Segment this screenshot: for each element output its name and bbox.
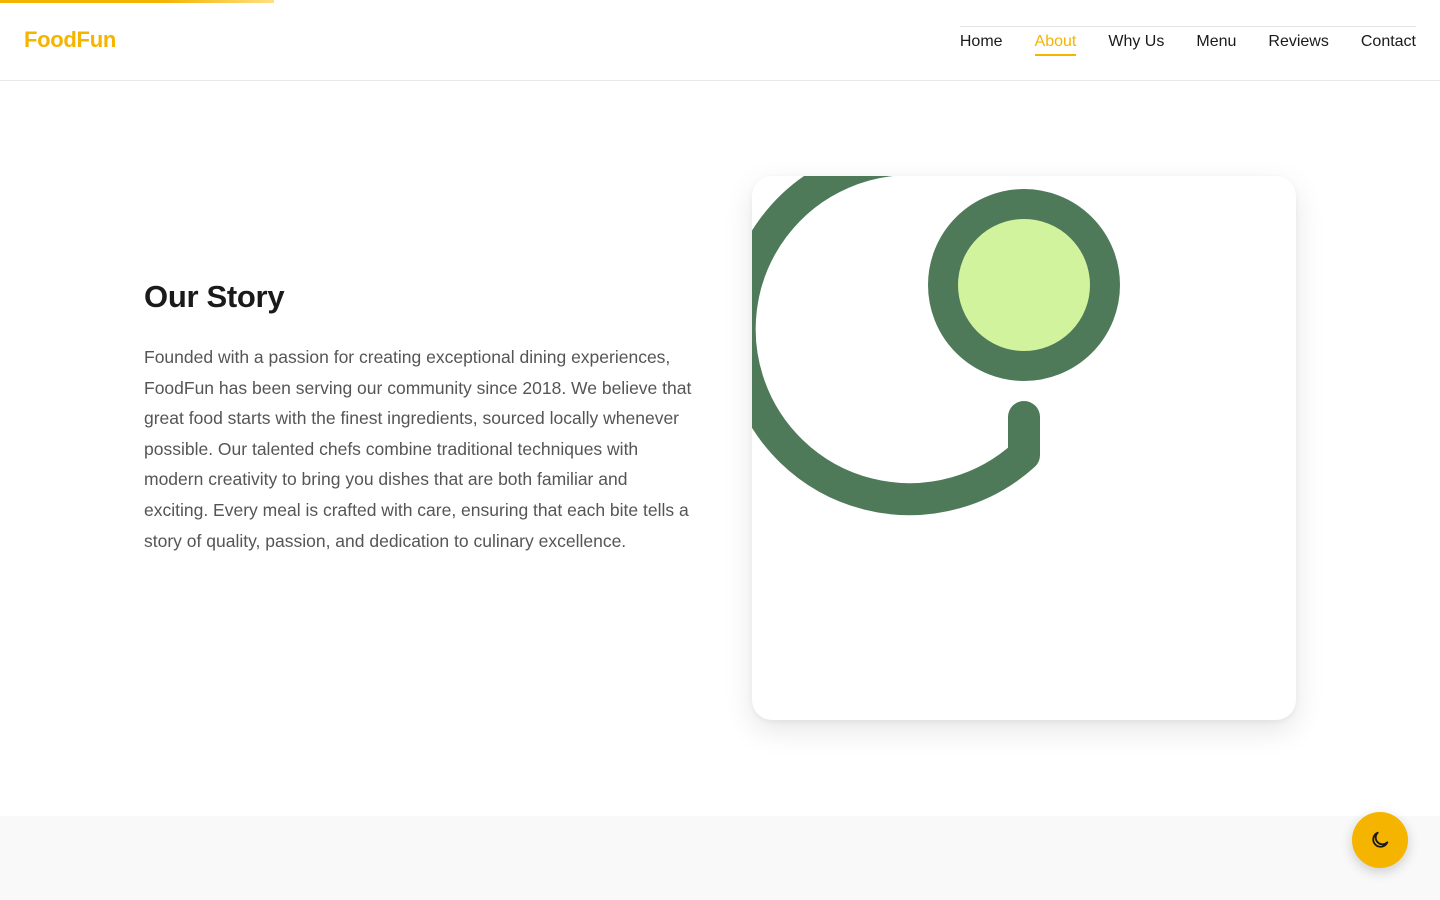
story-image-card	[752, 176, 1296, 720]
nav-item-menu[interactable]: Menu	[1196, 32, 1236, 54]
site-header: FoodFun Home About Why Us Menu Reviews C…	[0, 0, 1440, 81]
nav-item-about[interactable]: About	[1034, 32, 1077, 56]
nav-item-reviews[interactable]: Reviews	[1268, 32, 1328, 54]
nav-item-why-us[interactable]: Why Us	[1108, 32, 1164, 54]
spinner-inner-ring	[928, 189, 1120, 381]
about-section: Our Story Founded with a passion for cre…	[0, 81, 1440, 816]
moon-icon	[1372, 831, 1389, 848]
main-nav: Home About Why Us Menu Reviews Contact	[959, 26, 1416, 56]
nav-item-contact[interactable]: Contact	[1361, 32, 1416, 54]
story-text: Our Story Founded with a passion for cre…	[144, 279, 692, 556]
theme-toggle-button[interactable]	[1352, 812, 1408, 868]
story-paragraph: Founded with a passion for creating exce…	[144, 347, 692, 551]
section-title: Our Story	[144, 279, 285, 314]
loading-spinner-icon	[752, 176, 1120, 516]
nav-item-home[interactable]: Home	[960, 32, 1003, 54]
scroll-progress-fill	[0, 0, 274, 3]
brand-logo[interactable]: FoodFun	[24, 27, 116, 53]
next-section-band	[0, 816, 1440, 900]
scroll-progress-bar	[0, 0, 1440, 3]
